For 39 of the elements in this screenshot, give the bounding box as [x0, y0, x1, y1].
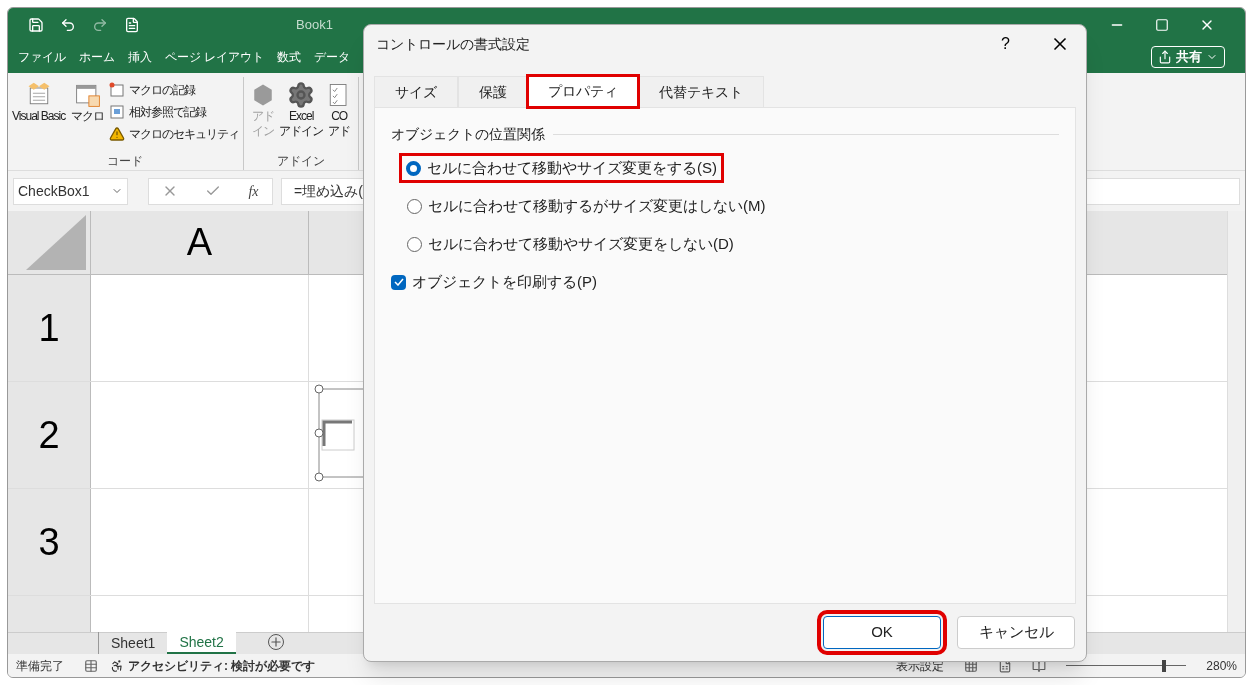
- ribbon-button[interactable]: Visual Basic: [11, 77, 67, 124]
- ribbon-button[interactable]: マクロ: [70, 77, 106, 124]
- status-text: 準備完了: [16, 657, 64, 675]
- ribbon-group-label: アドイン: [277, 153, 326, 170]
- sheet-tab[interactable]: Sheet2: [167, 632, 236, 654]
- window-title: Book1: [296, 15, 333, 34]
- ribbon-button[interactable]: 相対参照で記録: [109, 101, 240, 123]
- share-button[interactable]: 共有: [1151, 46, 1225, 68]
- insert-function-button[interactable]: fx: [248, 180, 259, 202]
- column-header[interactable]: A: [91, 211, 309, 274]
- dialog-button[interactable]: キャンセル: [957, 616, 1075, 649]
- checkbox-option[interactable]: オブジェクトを印刷する(P): [391, 271, 1059, 294]
- ribbon-tab[interactable]: 挿入: [128, 48, 152, 66]
- ribbon-tab[interactable]: ホーム: [79, 48, 115, 66]
- row-header[interactable]: 1: [8, 275, 91, 381]
- ribbon-button[interactable]: CO アド: [324, 77, 355, 139]
- dialog-title: コントロールの書式設定: [376, 34, 530, 54]
- dialog-tab[interactable]: プロパティ: [528, 76, 638, 107]
- radio-option[interactable]: セルに合わせて移動するがサイズ変更はしない(M): [403, 191, 770, 221]
- help-button[interactable]: ?: [1001, 32, 1010, 56]
- zoom-level[interactable]: 280%: [1206, 656, 1237, 675]
- name-box[interactable]: CheckBox1: [13, 177, 128, 205]
- accessibility-status[interactable]: アクセシビリティ: 検討が必要です: [128, 656, 316, 675]
- ribbon-button[interactable]: マクロのセキュリティ: [109, 123, 240, 145]
- radio-option[interactable]: セルに合わせて移動やサイズ変更をしない(D): [403, 229, 738, 259]
- dialog-tab[interactable]: 保護: [458, 76, 528, 107]
- row-header[interactable]: 3: [8, 489, 91, 595]
- ribbon-button[interactable]: マクロの記録: [109, 79, 240, 101]
- ribbon-tab[interactable]: ページ レイアウト: [165, 48, 265, 66]
- row-header[interactable]: 2: [8, 382, 91, 488]
- ribbon-tab[interactable]: データ: [314, 48, 351, 66]
- ribbon-group-label: コード: [107, 153, 144, 170]
- ribbon-tab[interactable]: 数式: [277, 48, 302, 66]
- group-title: オブジェクトの位置関係: [391, 125, 545, 144]
- dialog-tab[interactable]: 代替テキスト: [638, 76, 764, 107]
- ribbon-tab[interactable]: ファイル: [18, 48, 66, 66]
- radio-option[interactable]: セルに合わせて移動やサイズ変更をする(S): [399, 153, 724, 183]
- ribbon-button[interactable]: Excel アドイン: [278, 77, 325, 139]
- dialog-tab[interactable]: サイズ: [374, 76, 458, 107]
